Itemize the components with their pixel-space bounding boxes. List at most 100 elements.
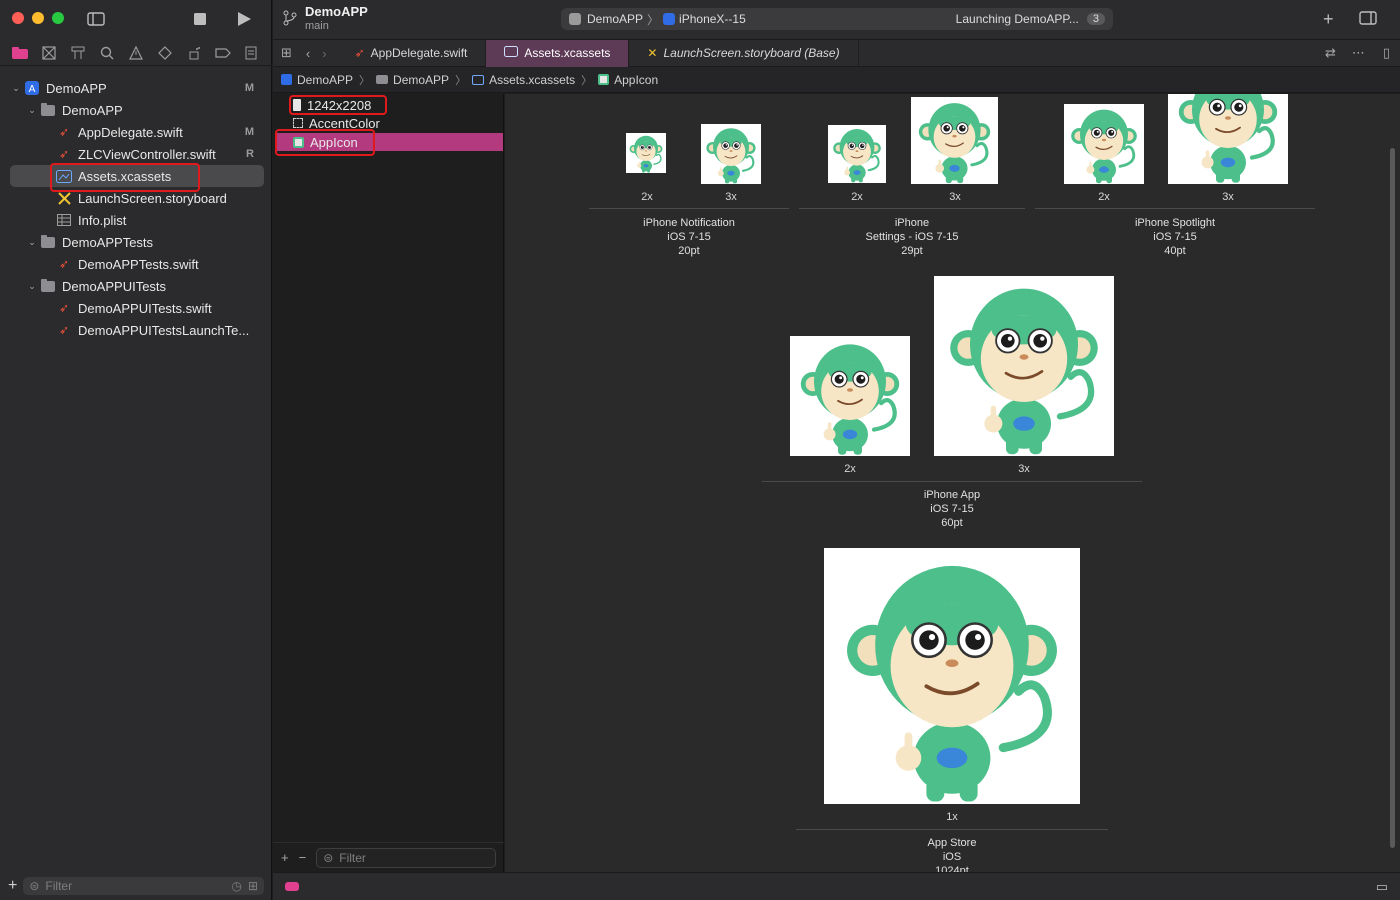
- forward-button[interactable]: ›: [316, 46, 336, 61]
- window-controls: [12, 12, 64, 24]
- scale-label: 2x: [844, 463, 856, 475]
- vertical-scrollbar[interactable]: [1390, 148, 1395, 848]
- tree-item-zlcviewcontroller[interactable]: ➶ ZLCViewController.swift R: [10, 143, 264, 165]
- breadcrumb-folder[interactable]: DemoAPP: [376, 73, 449, 87]
- tree-item-uitests-launch[interactable]: ➶ DemoAPPUITestsLaunchTe...: [10, 319, 264, 341]
- scale-label: 3x: [949, 191, 961, 203]
- breakpoint-navigator-tab[interactable]: [214, 44, 232, 62]
- source-control-tab[interactable]: [40, 44, 58, 62]
- svg-text:A: A: [29, 84, 36, 95]
- debug-area-toggle-icon[interactable]: [285, 882, 299, 891]
- device-selector[interactable]: iPhoneX--15: [679, 12, 746, 26]
- tree-item-uitests-swift[interactable]: ➶ DemoAPPUITests.swift: [10, 297, 264, 319]
- asset-item-launch-image[interactable]: 1242x2208: [275, 96, 503, 114]
- tree-item-uitests-folder[interactable]: ⌄ DemoAPPUITests: [10, 275, 264, 297]
- split-editor-icon[interactable]: ▯: [1373, 45, 1400, 61]
- swift-file-icon: ➶: [58, 125, 70, 139]
- run-button[interactable]: [232, 8, 256, 30]
- disclosure-open-icon[interactable]: ⌄: [26, 105, 38, 116]
- back-button[interactable]: ‹: [300, 46, 316, 61]
- folder-icon: [12, 46, 29, 59]
- app-3x-slot[interactable]: [934, 276, 1114, 456]
- test-navigator-tab[interactable]: [156, 44, 174, 62]
- spotlight-2x-slot[interactable]: [1064, 104, 1144, 184]
- appstore-1x-slot[interactable]: [824, 548, 1080, 804]
- breadcrumb-label: Assets.xcassets: [489, 72, 576, 87]
- find-navigator-tab[interactable]: [98, 44, 116, 62]
- scm-filter-icon[interactable]: ⊞: [248, 879, 258, 893]
- activity-count-badge[interactable]: 3: [1086, 13, 1105, 25]
- add-asset-button[interactable]: +: [281, 850, 289, 865]
- spotlight-3x-slot[interactable]: [1168, 94, 1288, 184]
- minimize-window-button[interactable]: [32, 12, 44, 24]
- tab-launchscreen[interactable]: ✕ LaunchScreen.storyboard (Base): [629, 39, 859, 67]
- tree-item-assets[interactable]: Assets.xcassets: [10, 165, 264, 187]
- swift-file-icon: ➶: [58, 301, 70, 315]
- tree-item-label: AppDelegate.swift: [78, 124, 183, 140]
- navigator-filter-field[interactable]: ⊜ Filter ◷ ⊞: [23, 877, 264, 895]
- storyboard-icon: ✕: [647, 46, 658, 60]
- plist-table-icon: [56, 213, 72, 227]
- asset-item-appicon[interactable]: AppIcon: [275, 133, 503, 151]
- tree-item-project[interactable]: ⌄ A DemoAPP M: [10, 77, 264, 99]
- asset-item-accentcolor[interactable]: AccentColor: [275, 114, 503, 132]
- disclosure-open-icon[interactable]: ⌄: [26, 237, 38, 248]
- folder-icon: [376, 75, 389, 84]
- stop-button[interactable]: [188, 8, 212, 30]
- swift-file-icon: ➶: [58, 323, 70, 337]
- monkey-icon: [626, 133, 666, 173]
- tree-item-appdelegate[interactable]: ➶ AppDelegate.swift M: [10, 121, 264, 143]
- disclosure-open-icon[interactable]: ⌄: [26, 281, 38, 292]
- zoom-window-button[interactable]: [52, 12, 64, 24]
- group-divider: [1035, 208, 1315, 209]
- scheme-selector[interactable]: DemoAPP: [587, 12, 643, 26]
- breadcrumb-assets[interactable]: Assets.xcassets: [472, 73, 575, 87]
- report-navigator-tab[interactable]: [242, 44, 260, 62]
- tab-label: LaunchScreen.storyboard (Base): [663, 46, 840, 60]
- tree-item-tests-swift[interactable]: ➶ DemoAPPTests.swift: [10, 253, 264, 275]
- tree-item-infoplist[interactable]: Info.plist: [10, 209, 264, 231]
- settings-2x-slot[interactable]: [828, 125, 886, 183]
- recent-files-icon[interactable]: ◷: [231, 879, 241, 893]
- add-library-button[interactable]: +: [1323, 9, 1334, 30]
- grid-icon[interactable]: ⊞: [273, 45, 300, 61]
- app-2x-slot[interactable]: [790, 336, 910, 456]
- tree-item-demoapp-folder[interactable]: ⌄ DemoAPP: [10, 99, 264, 121]
- notification-2x-slot[interactable]: [626, 133, 666, 173]
- group-divider: [589, 208, 789, 209]
- close-window-button[interactable]: [12, 12, 24, 24]
- project-title[interactable]: DemoAPP main: [305, 4, 368, 32]
- tree-item-label: DemoAPPUITestsLaunchTe...: [78, 322, 250, 338]
- toggle-inspector-button[interactable]: [1359, 11, 1377, 28]
- tab-assets[interactable]: Assets.xcassets: [486, 39, 630, 67]
- asset-catalog-icon: [472, 74, 485, 85]
- add-file-button[interactable]: +: [8, 877, 17, 895]
- debug-bar: ▭: [273, 872, 1400, 900]
- monkey-icon: [911, 97, 998, 184]
- group-divider: [799, 208, 1025, 209]
- tree-item-label: DemoAPPTests.swift: [78, 256, 199, 272]
- toggle-navigator-button[interactable]: [84, 8, 108, 30]
- breadcrumb-appicon[interactable]: AppIcon: [598, 73, 658, 87]
- file-tree: ⌄ A DemoAPP M ⌄ DemoAPP ➶ AppDelegate.sw…: [10, 77, 264, 341]
- tree-item-tests-folder[interactable]: ⌄ DemoAPPTests: [10, 231, 264, 253]
- activity-view: DemoAPP 〉 iPhoneX--15 Launching DemoAPP.…: [561, 8, 1113, 30]
- breadcrumb-project[interactable]: DemoAPP: [281, 73, 353, 87]
- tab-appdelegate[interactable]: ➶ AppDelegate.swift: [337, 39, 487, 67]
- settings-3x-slot[interactable]: [911, 97, 998, 184]
- project-navigator-tab[interactable]: [11, 44, 29, 62]
- tree-item-launchscreen[interactable]: LaunchScreen.storyboard: [10, 187, 264, 209]
- symbol-navigator-tab[interactable]: [69, 44, 87, 62]
- notification-3x-slot[interactable]: [701, 124, 761, 184]
- more-options-icon[interactable]: ⋯: [1344, 45, 1373, 61]
- disclosure-open-icon[interactable]: ⌄: [10, 83, 22, 94]
- asset-filter-field[interactable]: ⊜ Filter: [316, 847, 496, 868]
- related-items-icon[interactable]: ⇄: [1317, 45, 1344, 61]
- remove-asset-button[interactable]: −: [299, 850, 307, 865]
- folder-icon: [40, 278, 56, 293]
- warning-icon: [128, 45, 143, 60]
- debug-navigator-tab[interactable]: [185, 44, 203, 62]
- issue-navigator-tab[interactable]: [127, 44, 145, 62]
- spray-icon: [189, 46, 200, 59]
- hide-debug-area-icon[interactable]: ▭: [1376, 879, 1388, 895]
